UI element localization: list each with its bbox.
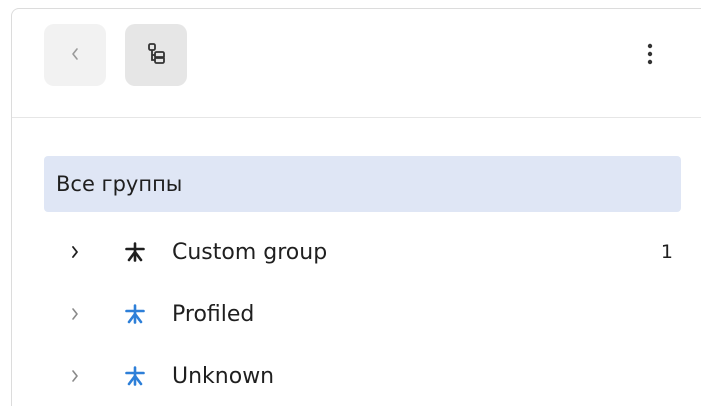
more-vertical-icon (647, 43, 653, 69)
chevron-right-icon[interactable] (66, 345, 84, 407)
tree-item-label: Profiled (172, 301, 255, 327)
tree-item-unknown[interactable]: Unknown (44, 345, 681, 407)
toolbar (12, 9, 701, 118)
chevron-right-icon[interactable] (66, 283, 84, 345)
tree-item-profiled[interactable]: Profiled (44, 283, 681, 345)
asterisk-icon (122, 283, 148, 345)
tree-view-button[interactable] (125, 24, 187, 86)
all-groups-label: Все группы (56, 172, 183, 196)
tree-item-label: Unknown (172, 363, 275, 389)
navigator-panel: Все группы Custom group 1 Profiled Unkno… (11, 8, 701, 406)
tree-item-label: Custom group (172, 239, 328, 265)
back-button[interactable] (44, 24, 106, 86)
tree-item-custom-group[interactable]: Custom group 1 (44, 221, 681, 283)
tree-structure-icon (144, 41, 168, 69)
chevron-left-icon (70, 46, 80, 65)
asterisk-icon (122, 221, 148, 283)
chevron-right-icon[interactable] (66, 221, 84, 283)
more-options-button[interactable] (634, 37, 666, 75)
group-tree: Custom group 1 Profiled Unknown (44, 221, 681, 407)
tree-item-count: 1 (660, 241, 673, 263)
asterisk-icon (122, 345, 148, 407)
all-groups-header[interactable]: Все группы (44, 156, 681, 212)
